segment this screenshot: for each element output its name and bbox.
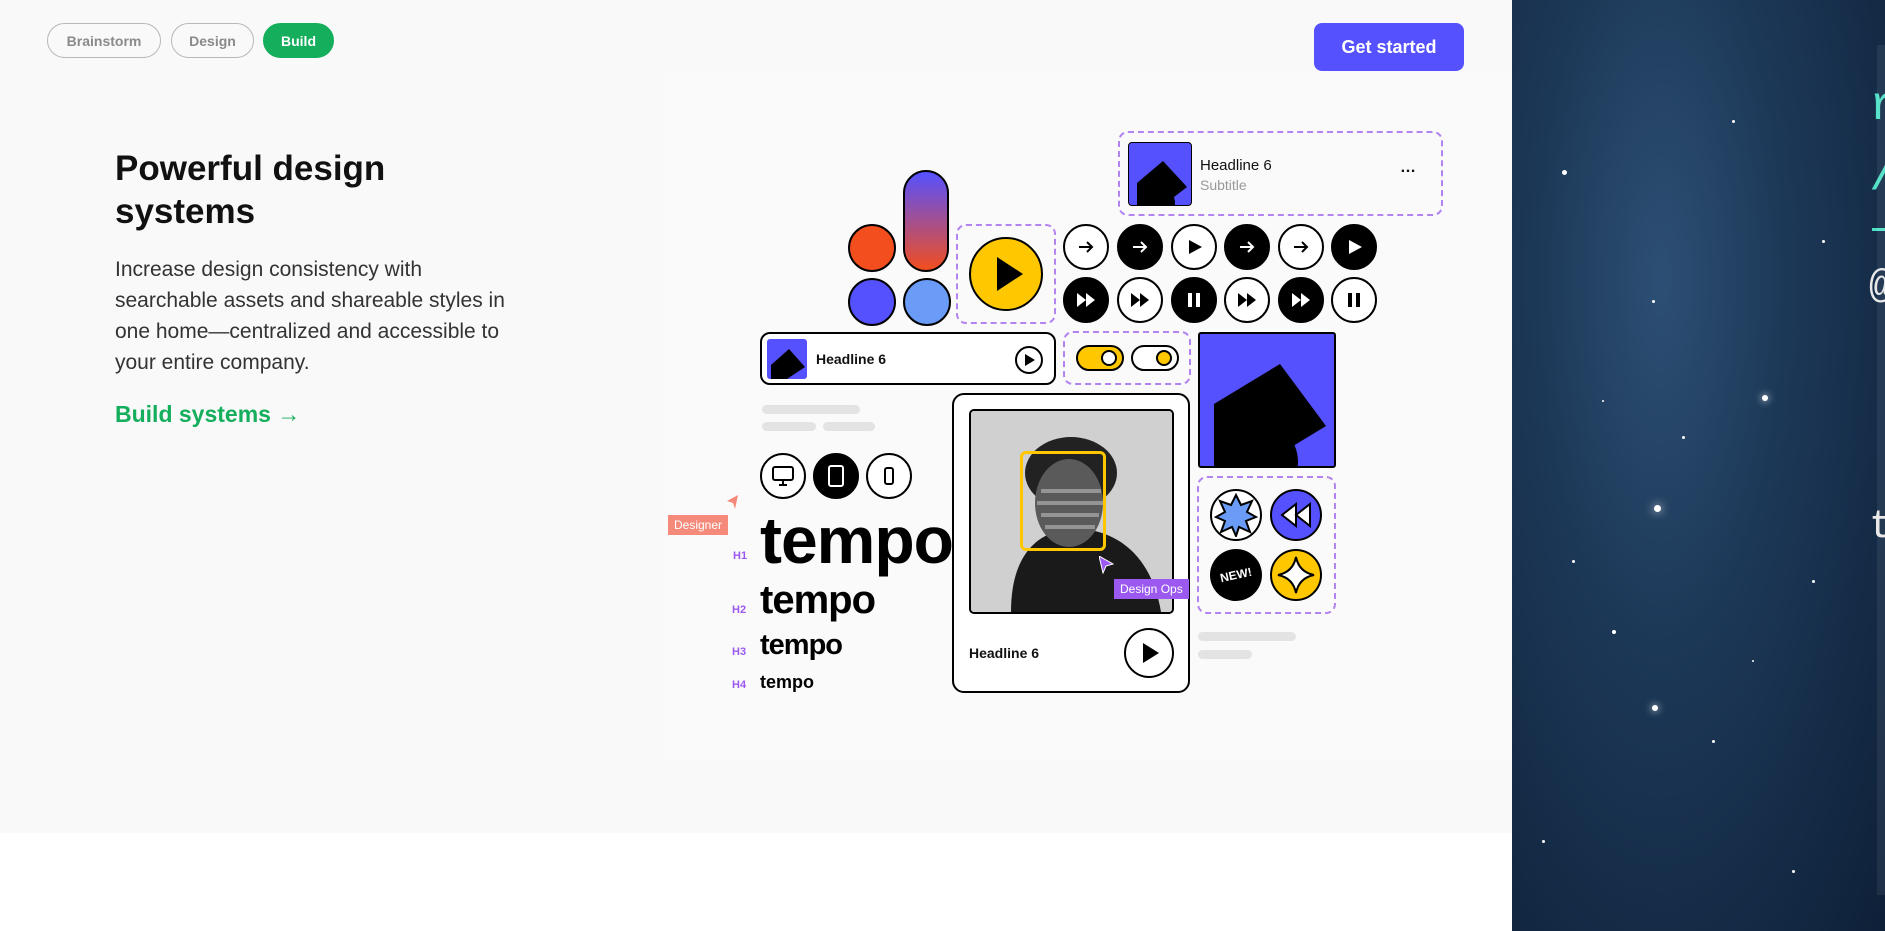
star	[1654, 505, 1661, 512]
type-level-tag: H1	[733, 550, 748, 562]
play-icon[interactable]	[1331, 224, 1377, 270]
type-sample-h1: tempo	[760, 503, 954, 577]
design-ops-cursor-label: Design Ops	[1114, 579, 1189, 599]
play-button-frame	[956, 224, 1056, 324]
play-icon[interactable]	[1015, 346, 1043, 374]
pause-icon[interactable]	[1171, 277, 1217, 323]
photo-card: Headline 6	[952, 393, 1190, 693]
tablet-icon[interactable]	[813, 453, 859, 499]
type-sample-h4: tempo	[760, 672, 814, 692]
placeholder-bar	[823, 422, 875, 431]
blue-swatch	[903, 278, 951, 326]
play-icon[interactable]	[1124, 628, 1174, 678]
tab-design[interactable]: Design	[171, 23, 254, 58]
hero-title: Powerful design systems	[115, 149, 386, 231]
star	[1762, 395, 1768, 401]
icon-grid-frame: NEW!	[1197, 476, 1336, 614]
star	[1652, 705, 1658, 711]
new-badge: NEW!	[1205, 544, 1267, 606]
type-level-tag: H2	[732, 604, 747, 616]
star	[1752, 660, 1754, 662]
album-art-large	[1198, 332, 1336, 468]
browser-page: Brainstorm Design Build Get started Powe…	[0, 0, 1512, 931]
tab-build[interactable]: Build	[263, 23, 334, 58]
photo-card-title: Headline 6	[969, 645, 1040, 661]
media-row-title: Headline 6	[816, 351, 887, 367]
sparkle-icon	[1270, 549, 1322, 601]
type-level-tag: H4	[732, 679, 747, 691]
toggle-switch[interactable]	[1131, 345, 1179, 371]
orange-swatch	[848, 224, 896, 272]
hero-section: Brainstorm Design Build Get started Powe…	[0, 0, 1512, 833]
play-icon-large[interactable]	[969, 237, 1043, 311]
desktop-icon[interactable]	[760, 453, 806, 499]
fast-forward-icon[interactable]	[1117, 277, 1163, 323]
type-level-tag: H3	[732, 646, 747, 658]
placeholder-bar	[1198, 632, 1296, 641]
fast-forward-icon[interactable]	[1063, 277, 1109, 323]
star	[1792, 870, 1795, 873]
type-sample-h3: tempo	[760, 629, 843, 661]
designer-cursor-label: Designer	[668, 515, 729, 535]
star	[1812, 580, 1815, 583]
star	[1712, 740, 1715, 743]
star	[1572, 560, 1575, 563]
cursor-arrow-icon	[1098, 554, 1115, 579]
tab-brainstorm[interactable]: Brainstorm	[47, 23, 161, 58]
get-started-button[interactable]: Get started	[1314, 23, 1464, 71]
star	[1602, 400, 1604, 402]
placeholder-bar	[762, 405, 860, 414]
phone-icon[interactable]	[866, 453, 912, 499]
play-icon[interactable]	[1171, 224, 1217, 270]
media-row-card: Headline 6	[760, 332, 1056, 385]
hero-description: Increase design consistency with searcha…	[115, 258, 505, 374]
album-art-icon	[767, 339, 807, 379]
media-card-top: Headline 6 Subtitle …	[1118, 131, 1443, 216]
toggles-frame	[1063, 331, 1191, 385]
placeholder-bar	[762, 422, 816, 431]
rewind-icon[interactable]	[1270, 489, 1322, 541]
star	[1682, 436, 1685, 439]
star	[1612, 630, 1616, 634]
media-card-title: Headline 6	[1200, 157, 1272, 174]
toggle-switch[interactable]	[1076, 345, 1124, 371]
purple-swatch	[848, 278, 896, 326]
star	[1652, 300, 1655, 303]
arrow-right-icon[interactable]	[1063, 224, 1109, 270]
album-art-icon	[1128, 142, 1192, 206]
media-card-subtitle: Subtitle	[1200, 177, 1247, 193]
cursor-arrow-icon	[727, 495, 739, 514]
type-sample-h2: tempo	[760, 578, 876, 622]
star	[1562, 170, 1567, 175]
more-options-icon[interactable]: …	[1400, 159, 1416, 177]
fast-forward-icon[interactable]	[1278, 277, 1324, 323]
arrow-right-icon[interactable]	[1117, 224, 1163, 270]
arrow-right-icon[interactable]	[1224, 224, 1270, 270]
starburst-icon	[1210, 489, 1262, 541]
pause-icon[interactable]	[1331, 277, 1377, 323]
build-systems-link[interactable]: Build systems →	[115, 401, 300, 428]
fast-forward-icon[interactable]	[1224, 277, 1270, 323]
placeholder-bar	[1198, 650, 1252, 659]
star	[1542, 840, 1545, 843]
selection-box	[1020, 451, 1106, 551]
window-edge	[1877, 45, 1885, 895]
arrow-right-icon[interactable]	[1278, 224, 1324, 270]
star	[1822, 240, 1825, 243]
desktop-wallpaper: r / @ t	[1512, 0, 1885, 931]
gradient-pill-swatch	[903, 170, 949, 272]
star	[1732, 120, 1735, 123]
